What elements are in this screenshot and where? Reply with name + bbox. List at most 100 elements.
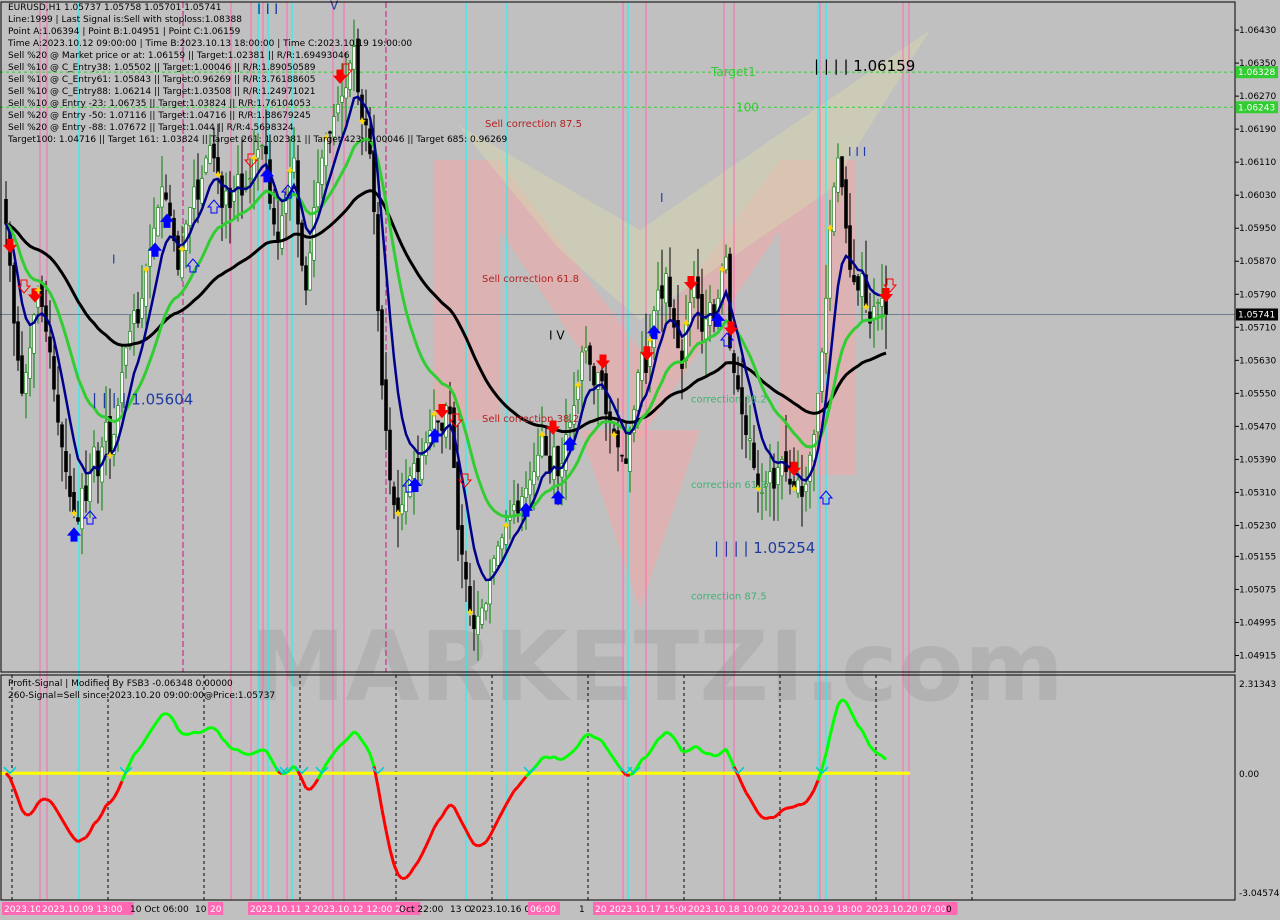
info-line-symbol: EURUSD,H1 1.05737 1.05758 1.05701 1.0574… [8, 3, 222, 13]
candle-bear [392, 486, 396, 506]
candle-bear [276, 231, 280, 241]
oscillator-segment [401, 876, 407, 881]
info-line-signal: Line:1999 | Last Signal is:Sell with sto… [8, 15, 242, 25]
oscillator-segment [193, 730, 199, 735]
oscillator-segment [593, 735, 599, 740]
chart-annotation-label: correction 38.2 [691, 394, 767, 405]
candle-bull [144, 269, 148, 307]
time-tag-label: 06:00 [530, 905, 556, 915]
time-tick-label: 10 Oct 06:00 [130, 905, 189, 915]
candle-bull [584, 347, 588, 352]
oscillator-segment [553, 755, 559, 761]
oscillator-tick-label: -3.04574 [1239, 889, 1280, 899]
chart-annotation-label: Sell correction 38.2 [482, 414, 579, 425]
chart-annotation-label: | | | | 1.05604 [92, 390, 193, 408]
info-line-entry: Sell %10 @ C_Entry38: 1.05502 || Target:… [8, 63, 316, 73]
candle-bull [312, 207, 316, 261]
candle-bull [404, 492, 408, 512]
time-tag-label: 2023.10. [4, 905, 44, 915]
price-tick-label: 1.05155 [1239, 552, 1276, 562]
candle-bull [156, 207, 160, 237]
candle-bull [796, 479, 800, 494]
price-tag-label: 1.05741 [1238, 311, 1275, 321]
price-tick-label: 1.06030 [1239, 191, 1276, 201]
candle-bull [92, 446, 96, 467]
candle-bear [840, 156, 844, 188]
oscillator-segment [161, 711, 167, 717]
oscillator-segment [473, 842, 479, 848]
time-tag-label: 2023.10.18 10:00 20 [688, 905, 783, 915]
oscillator-title: Profit-Signal | Modified By FSB3 -0.0634… [8, 679, 233, 689]
candle-bull [552, 446, 556, 480]
candle-bear [744, 415, 748, 435]
oscillator-segment [449, 803, 455, 809]
candle-bear [220, 175, 224, 208]
candle-bull [872, 306, 876, 319]
candle-bear [700, 294, 704, 332]
candle-bear [516, 500, 520, 514]
candle-bull [148, 248, 152, 267]
candle-bull [496, 545, 500, 566]
candle-bull [528, 479, 532, 496]
oscillator-signal-text: 260-Signal=Sell since:2023.10.20 09:00:0… [8, 691, 276, 701]
candle-bull [656, 289, 660, 312]
candle-bull [880, 298, 884, 307]
candle-bull [836, 157, 840, 193]
price-tick-label: 1.06270 [1239, 92, 1276, 102]
candle-bear [600, 370, 604, 382]
info-line-points: Point A:1.06394 | Point B:1.04951 | Poin… [8, 27, 241, 37]
chart-annotation-label: I [660, 191, 664, 205]
candle-bear [844, 179, 848, 229]
oscillator-segment [241, 751, 247, 756]
candle-bull [104, 421, 108, 442]
candle-bear [660, 285, 664, 299]
candle-bull [132, 310, 136, 324]
candle-bear [416, 458, 420, 473]
chart-annotation-label: Target1 [710, 65, 756, 79]
candle-bear [388, 429, 392, 481]
oscillator-segment [249, 751, 255, 757]
candle-bear [668, 276, 672, 307]
candle-bear [300, 222, 304, 266]
oscillator-segment [209, 725, 215, 730]
info-panel: EURUSD,H1 1.05737 1.05758 1.05701 1.0574… [8, 2, 507, 146]
candle-bear [772, 467, 776, 489]
oscillator-segment [781, 807, 787, 812]
candle-bull [236, 174, 240, 189]
oscillator-segment [189, 730, 195, 736]
info-line-entry: Sell %20 @ Entry -88: 1.07672 || Target:… [8, 123, 294, 133]
time-tick-label: 13 O [450, 905, 471, 915]
candle-bear [788, 478, 792, 485]
candle-bull [188, 207, 192, 226]
oscillator-segment [245, 752, 251, 757]
chart-annotation-label: Sell correction 61.8 [482, 274, 579, 285]
candle-bull [628, 434, 632, 472]
candle-bull [320, 157, 324, 185]
candle-bear [440, 422, 444, 431]
oscillator-tick-label: 0.00 [1239, 770, 1259, 780]
chart-annotation-label: | | | | 1.06159 [814, 57, 915, 75]
candle-bull [500, 537, 504, 550]
candle-bear [752, 442, 756, 468]
candle-bull [192, 186, 196, 209]
oscillator-segment [165, 712, 171, 717]
price-tick-label: 1.06430 [1239, 26, 1276, 36]
candle-bull [484, 603, 488, 612]
oscillator-segment [709, 752, 715, 758]
time-tag-label: 20 2023.10.17 15:00 [595, 905, 690, 915]
candle-bull [532, 471, 536, 485]
time-tick-label: 0 [946, 905, 952, 915]
time-tick-label: 1 [579, 905, 585, 915]
candle-bear [456, 461, 460, 530]
candle-bear [272, 208, 276, 225]
candle-bull [28, 347, 32, 379]
price-tick-label: 1.05790 [1239, 290, 1276, 300]
candle-bear [240, 173, 244, 196]
candle-bear [4, 199, 8, 225]
candle-bear [800, 486, 804, 497]
candle-bull [200, 178, 204, 204]
oscillator-segment [801, 801, 807, 806]
chart-annotation-label: 100 [736, 100, 759, 114]
candle-bear [264, 145, 268, 155]
candle-bull [820, 351, 824, 392]
